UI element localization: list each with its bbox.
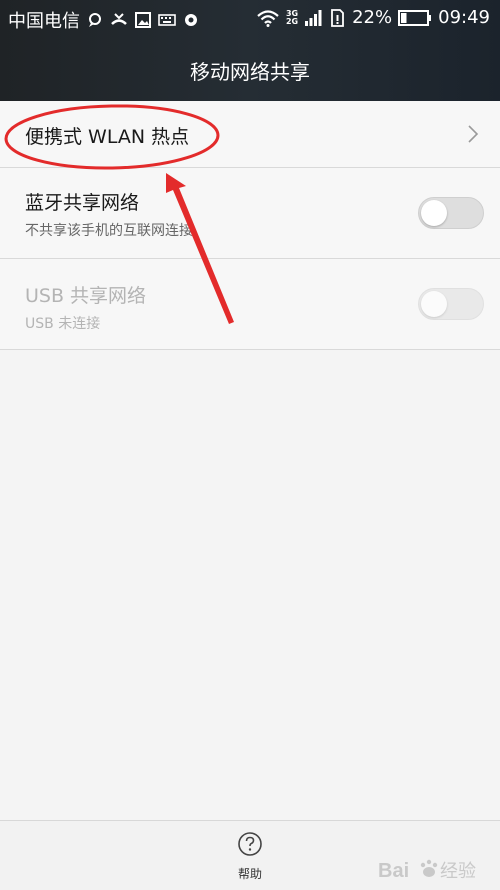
usb-tethering-label: USB 共享网络	[25, 285, 147, 307]
bluetooth-tethering-item[interactable]: 蓝牙共享网络 不共享该手机的互联网连接	[0, 168, 500, 259]
clock: 09:49	[438, 7, 490, 28]
sim-icon	[331, 8, 345, 27]
image-icon	[135, 12, 151, 28]
bluetooth-tethering-subtitle: 不共享该手机的互联网连接	[25, 223, 193, 239]
help-button[interactable]: 帮助	[225, 831, 275, 887]
wlan-hotspot-label: 便携式 WLAN 热点	[25, 126, 190, 148]
page-title: 移动网络共享	[190, 60, 310, 84]
status-bar: 中国电信 3G 2G 22% 09:49	[0, 0, 500, 36]
toggle-knob	[421, 200, 447, 226]
carrier-label: 中国电信	[8, 11, 80, 32]
status-right: 3G 2G 22% 09:49	[256, 7, 490, 28]
usb-tethering-toggle	[418, 288, 484, 320]
header-bar: 中国电信 3G 2G 22% 09:49 移动网络共享	[0, 0, 500, 101]
bottom-bar: 帮助 Bai 经验	[0, 820, 500, 890]
network-type-label: 3G 2G	[285, 9, 299, 26]
chevron-right-icon	[468, 125, 479, 143]
keyboard-icon	[158, 14, 176, 26]
network-bottom-label: 2G	[285, 16, 299, 26]
bluetooth-tethering-toggle[interactable]	[418, 197, 484, 229]
signal-icon	[305, 9, 322, 26]
chat-icon	[89, 13, 101, 27]
help-label: 帮助	[237, 867, 262, 881]
bluetooth-tethering-label: 蓝牙共享网络	[25, 192, 140, 214]
toggle-knob	[421, 291, 447, 317]
missed-call-icon	[111, 13, 127, 25]
battery-icon	[398, 9, 432, 26]
usb-tethering-subtitle: USB 未连接	[25, 316, 101, 332]
svg-text:Bai: Bai	[378, 860, 409, 882]
wifi-icon	[257, 9, 279, 27]
settings-list: 便携式 WLAN 热点 蓝牙共享网络 不共享该手机的互联网连接 USB 共享网络…	[0, 101, 500, 350]
wlan-hotspot-item[interactable]: 便携式 WLAN 热点	[0, 101, 500, 168]
status-left: 中国电信	[8, 7, 200, 33]
settings-icon	[185, 14, 197, 26]
battery-percent: 22%	[352, 7, 393, 28]
baidu-jingyan-watermark: Bai 经验	[378, 859, 476, 882]
help-icon	[238, 832, 262, 856]
usb-tethering-item: USB 共享网络 USB 未连接	[0, 259, 500, 350]
svg-text:经验: 经验	[440, 861, 476, 882]
